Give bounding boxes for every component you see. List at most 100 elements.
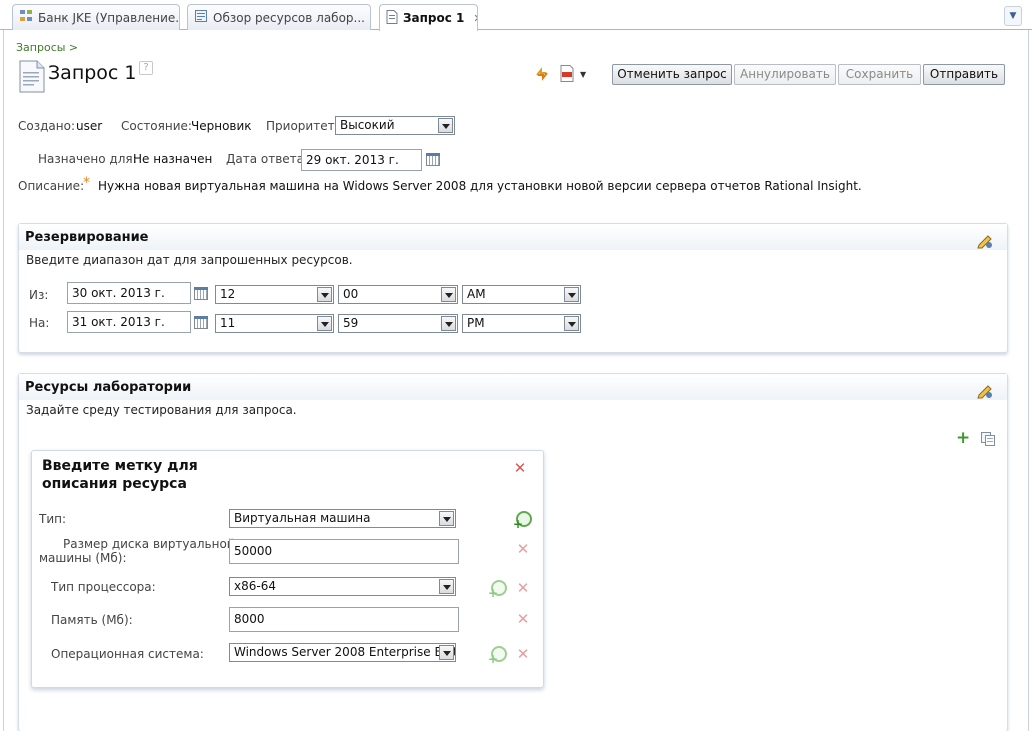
hierarchy-icon xyxy=(19,9,33,26)
pdf-export-icon[interactable] xyxy=(560,65,574,85)
type-select[interactable]: Виртуальная машина xyxy=(229,509,456,528)
add-attribute-icon[interactable] xyxy=(488,646,507,666)
to-ampm-value: PM xyxy=(467,316,485,330)
send-button[interactable]: Отправить xyxy=(923,64,1005,85)
assigned-value[interactable]: Не назначен xyxy=(133,152,212,166)
close-tab-icon[interactable]: ✕ xyxy=(473,12,477,25)
edit-pencil-icon[interactable] xyxy=(976,381,994,399)
reply-date-label: Дата ответа: xyxy=(226,152,309,166)
annul-button[interactable]: Аннулировать xyxy=(734,64,836,85)
cpu-type-selected-value: x86-64 xyxy=(234,579,276,593)
to-hour-select[interactable]: 11 xyxy=(215,314,334,333)
state-label: Состояние: xyxy=(121,119,192,133)
priority-label: Приоритет: xyxy=(266,119,339,133)
to-label: На: xyxy=(29,316,50,330)
delete-attribute-icon[interactable]: ✕ xyxy=(516,581,530,596)
resource-card-title-line: Введите метку для xyxy=(42,458,198,474)
save-button[interactable]: Сохранить xyxy=(838,64,921,85)
chevron-down-icon[interactable] xyxy=(441,316,456,331)
to-date-field[interactable]: 31 окт. 2013 г. xyxy=(67,311,191,333)
page-title: Запрос 1 xyxy=(48,62,137,84)
from-label: Из: xyxy=(29,288,49,302)
from-hour-value: 12 xyxy=(220,287,236,301)
reservation-description: Введите диапазон дат для запрошенных рес… xyxy=(26,253,353,267)
disk-size-label: Размер диска виртуальной машины (Мб): xyxy=(39,537,235,565)
chevron-down-icon[interactable] xyxy=(438,118,453,133)
cancel-request-button[interactable]: Отменить запрос xyxy=(612,64,732,85)
from-date-field[interactable]: 30 окт. 2013 г. xyxy=(67,282,191,304)
copy-icon[interactable] xyxy=(980,431,996,450)
calendar-icon[interactable] xyxy=(194,316,208,329)
edit-pencil-icon[interactable] xyxy=(976,231,994,249)
chevron-down-icon[interactable] xyxy=(441,287,456,302)
required-marker: * xyxy=(83,175,90,191)
overview-icon xyxy=(194,9,208,26)
tab-label: Обзор ресурсов лабор... xyxy=(213,10,365,25)
chevron-down-icon[interactable] xyxy=(317,316,332,331)
cpu-type-select[interactable]: x86-64 xyxy=(229,577,456,596)
help-icon[interactable]: ? xyxy=(139,61,153,75)
pdf-menu-chevron-down-icon[interactable]: ▼ xyxy=(580,70,586,79)
chevron-down-icon[interactable] xyxy=(439,579,454,594)
breadcrumb[interactable]: Запросы > xyxy=(16,41,78,54)
os-label: Операционная система: xyxy=(51,647,204,661)
chevron-down-icon[interactable] xyxy=(439,645,454,660)
lab-resources-title: Ресурсы лаборатории xyxy=(25,380,192,395)
created-label: Создано: xyxy=(18,119,75,133)
chevron-down-icon[interactable] xyxy=(439,511,454,526)
description-value[interactable]: Нужна новая виртуальная машина на Widows… xyxy=(98,179,862,193)
add-attribute-icon[interactable] xyxy=(513,511,532,531)
priority-selected-value: Высокий xyxy=(340,118,395,132)
delete-resource-icon[interactable]: ✕ xyxy=(513,461,527,476)
to-minute-value: 59 xyxy=(343,316,359,330)
tab-jke-bank[interactable]: Банк JKE (Управление... xyxy=(12,4,180,30)
section-header xyxy=(19,224,1007,250)
reply-date-field[interactable]: 29 окт. 2013 г. xyxy=(301,149,422,171)
tab-lab-resources-overview[interactable]: Обзор ресурсов лабор... ✕ xyxy=(187,4,371,30)
delete-attribute-icon[interactable]: ✕ xyxy=(516,647,530,662)
type-label: Тип: xyxy=(39,512,67,526)
delete-attribute-icon[interactable]: ✕ xyxy=(516,612,530,627)
os-select[interactable]: Windows Server 2008 Enterprise Edition xyxy=(229,643,456,662)
from-minute-value: 00 xyxy=(343,287,359,301)
resource-card-title[interactable]: Введите метку для описания ресурса xyxy=(42,457,198,493)
editor-tab-strip: Банк JKE (Управление... Обзор ресурсов л… xyxy=(0,0,1032,31)
document-icon xyxy=(386,9,398,27)
to-hour-value: 11 xyxy=(220,316,236,330)
add-resource-plus-icon[interactable]: + xyxy=(956,430,970,447)
from-ampm-select[interactable]: AM xyxy=(462,285,581,304)
reservation-title: Резервирование xyxy=(25,230,149,245)
tab-list-chevron-down-icon[interactable]: ▼ xyxy=(1004,6,1022,26)
priority-select[interactable]: Высокий xyxy=(335,116,455,135)
disk-size-label-line: машины (Мб): xyxy=(39,551,127,565)
type-selected-value: Виртуальная машина xyxy=(234,511,371,525)
chevron-down-icon[interactable] xyxy=(564,316,579,331)
add-attribute-icon[interactable] xyxy=(488,580,507,600)
chevron-down-icon[interactable] xyxy=(564,287,579,302)
disk-size-field[interactable]: 50000 xyxy=(229,539,459,564)
sync-icon[interactable] xyxy=(534,66,550,85)
to-minute-select[interactable]: 59 xyxy=(338,314,458,333)
from-ampm-value: AM xyxy=(467,287,486,301)
memory-field[interactable]: 8000 xyxy=(229,607,459,632)
tab-request-1[interactable]: Запрос 1 ✕ xyxy=(379,4,478,31)
description-label: Описание: xyxy=(18,179,85,193)
os-selected-value: Windows Server 2008 Enterprise Edition xyxy=(234,645,456,659)
to-ampm-select[interactable]: PM xyxy=(462,314,581,333)
assigned-label: Назначено для: xyxy=(38,152,137,166)
lab-resources-description: Задайте среду тестирования для запроса. xyxy=(26,403,297,417)
memory-label: Память (Мб): xyxy=(51,613,133,627)
tab-label: Запрос 1 xyxy=(403,11,465,25)
delete-attribute-icon[interactable]: ✕ xyxy=(516,542,530,557)
state-value: Черновик xyxy=(191,119,252,133)
calendar-icon[interactable] xyxy=(426,153,440,166)
disk-size-label-line: Размер диска виртуальной xyxy=(63,537,235,551)
from-minute-select[interactable]: 00 xyxy=(338,285,458,304)
tab-label: Банк JKE (Управление... xyxy=(38,10,180,25)
cpu-type-label: Тип процессора: xyxy=(51,580,156,594)
chevron-down-icon[interactable] xyxy=(317,287,332,302)
calendar-icon[interactable] xyxy=(194,287,208,300)
created-value: user xyxy=(76,119,103,133)
resource-card-title-line: описания ресурса xyxy=(42,476,187,492)
from-hour-select[interactable]: 12 xyxy=(215,285,334,304)
